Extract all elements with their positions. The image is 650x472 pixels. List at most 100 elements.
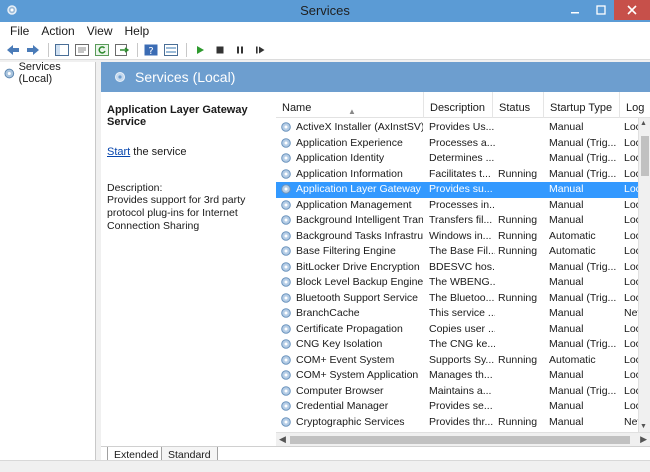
stop-service-button[interactable]	[211, 42, 229, 58]
column-header-status[interactable]: Status	[493, 92, 544, 118]
gear-service-icon	[281, 339, 291, 349]
table-row[interactable]: Application Management Processes in... Man…	[276, 198, 650, 214]
table-row[interactable]: Background Intelligent Tran... Transfers …	[276, 213, 650, 229]
show-console-tree-button[interactable]	[53, 42, 71, 58]
table-row[interactable]: Background Tasks Infrastru... Windows in.…	[276, 229, 650, 245]
scroll-left-icon[interactable]: ◀	[279, 434, 286, 445]
close-button[interactable]	[614, 0, 650, 20]
table-row[interactable]: CNG Key Isolation The CNG ke... Manual (Tr…	[276, 337, 650, 353]
scroll-right-icon[interactable]: ▶	[640, 434, 647, 445]
service-name-cell: BitLocker Drive Encryption ...	[296, 260, 423, 273]
start-service-button[interactable]	[191, 42, 209, 58]
view-icon	[164, 43, 178, 56]
resume-service-button[interactable]	[251, 42, 269, 58]
status-bar	[0, 460, 650, 472]
table-row[interactable]: Base Filtering Engine The Base Fil... Runn…	[276, 244, 650, 260]
minimize-icon	[571, 12, 579, 14]
description-label: Description:	[107, 182, 163, 194]
resume-icon	[256, 46, 265, 53]
gear-service-icon	[281, 261, 291, 272]
gear-service-icon	[281, 137, 291, 148]
back-button[interactable]	[4, 42, 22, 58]
table-row[interactable]: Application Information Facilitates t... R…	[276, 167, 650, 183]
service-name-cell: Cryptographic Services	[296, 415, 405, 428]
service-name-cell: Base Filtering Engine	[296, 245, 396, 257]
table-row[interactable]: Application Experience Processes a... Manu…	[276, 136, 650, 152]
service-startup-cell: Manual	[549, 307, 584, 319]
refresh-button[interactable]	[93, 42, 111, 58]
table-row[interactable]: Bluetooth Support Service The Bluetoo... R…	[276, 291, 650, 307]
service-name-cell: Credential Manager	[296, 400, 389, 412]
service-name-cell: Application Management	[296, 198, 412, 211]
service-name-cell: COM+ Event System	[296, 353, 395, 366]
tree-node-label: Services (Local)	[18, 61, 61, 85]
pause-service-button[interactable]	[231, 42, 249, 58]
gear-service-icon	[281, 308, 291, 318]
service-description-cell: Determines ...	[429, 152, 495, 164]
table-row[interactable]: BitLocker Drive Encryption ... BDESVC hos…	[276, 260, 650, 276]
table-row[interactable]: COM+ System Application Manages th... Manu…	[276, 368, 650, 384]
view-button[interactable]	[162, 42, 180, 58]
start-service-link[interactable]: Start	[107, 146, 130, 158]
table-row[interactable]: BranchCache This service ... Manual Net	[276, 306, 650, 322]
vertical-scrollbar[interactable]: ▲ ▼	[638, 118, 650, 432]
service-startup-cell: Manual	[549, 198, 584, 211]
toolbar: ?	[0, 40, 650, 60]
column-header-startup-type[interactable]: Startup Type	[544, 92, 620, 118]
service-description-cell: Maintains a...	[429, 384, 492, 397]
service-startup-cell: Manual	[549, 369, 584, 381]
table-row[interactable]: Block Level Backup Engine ... The WBENG..…	[276, 275, 650, 291]
table-row[interactable]: ActiveX Installer (AxInstSV) Provides Us.…	[276, 120, 650, 136]
help-button[interactable]: ?	[142, 42, 160, 58]
play-icon	[197, 45, 204, 54]
table-row[interactable]: Certificate Propagation Copies user ... Ma…	[276, 322, 650, 338]
horizontal-scrollbar[interactable]: ◀ ▶	[276, 432, 650, 446]
table-row[interactable]: Credential Manager Provides se... Manual Lo…	[276, 399, 650, 415]
forward-button[interactable]	[24, 42, 42, 58]
table-row[interactable]: Computer Browser Maintains a... Manual (Tr…	[276, 384, 650, 400]
scroll-up-icon[interactable]: ▲	[640, 120, 647, 127]
service-startup-cell: Manual	[549, 276, 584, 288]
service-status-cell: Running	[498, 214, 538, 226]
service-description-cell: Copies user ...	[429, 322, 495, 335]
minimize-button[interactable]	[562, 0, 588, 20]
service-startup-cell: Manual	[549, 400, 584, 412]
service-description-cell: Provides Us...	[429, 121, 495, 133]
gear-service-icon	[281, 184, 291, 194]
menu-action[interactable]: Action	[35, 24, 80, 38]
toolbar-separator	[137, 42, 138, 57]
console-tree: Services (Local)	[0, 61, 96, 472]
scroll-down-icon[interactable]: ▼	[640, 423, 647, 430]
service-description-cell: This service ...	[429, 307, 495, 319]
title-bar: Services	[0, 0, 650, 22]
gear-service-icon	[281, 199, 291, 210]
scrollbar-thumb[interactable]	[641, 136, 649, 176]
export-list-button[interactable]	[113, 42, 131, 58]
column-header-log-on-as[interactable]: Log	[620, 92, 650, 118]
tree-node-services-local[interactable]: Services (Local)	[3, 61, 95, 85]
menu-help[interactable]: Help	[119, 24, 156, 38]
service-name-cell: Bluetooth Support Service	[296, 291, 418, 304]
pane-title: Services (Local)	[135, 69, 236, 85]
gear-service-icon	[281, 416, 291, 427]
column-header-name[interactable]: Name ▲	[276, 92, 424, 118]
service-name-cell: Application Experience	[296, 136, 403, 149]
service-status-cell: Running	[498, 245, 538, 257]
table-row[interactable]: Cryptographic Services Provides thr... Run…	[276, 415, 650, 431]
service-name-cell: ActiveX Installer (AxInstSV)	[296, 121, 423, 133]
table-row[interactable]: Application Layer Gateway ... Provides su…	[276, 182, 650, 198]
table-row[interactable]: COM+ Event System Supports Sy... Running Au…	[276, 353, 650, 369]
maximize-button[interactable]	[588, 0, 614, 20]
service-description-cell: Processes a...	[429, 136, 495, 149]
column-header-description[interactable]: Description	[424, 92, 493, 118]
service-description-cell: Windows in...	[429, 229, 492, 242]
refresh-icon	[95, 43, 109, 56]
menu-view[interactable]: View	[81, 24, 119, 38]
service-startup-cell: Manual	[549, 415, 584, 428]
service-startup-cell: Manual (Trig...	[549, 167, 617, 180]
menu-file[interactable]: File	[4, 24, 35, 38]
scrollbar-thumb[interactable]	[290, 436, 630, 444]
pane-header: Services (Local)	[101, 62, 650, 92]
properties-button[interactable]	[73, 42, 91, 58]
table-row[interactable]: Application Identity Determines ... Manual…	[276, 151, 650, 167]
